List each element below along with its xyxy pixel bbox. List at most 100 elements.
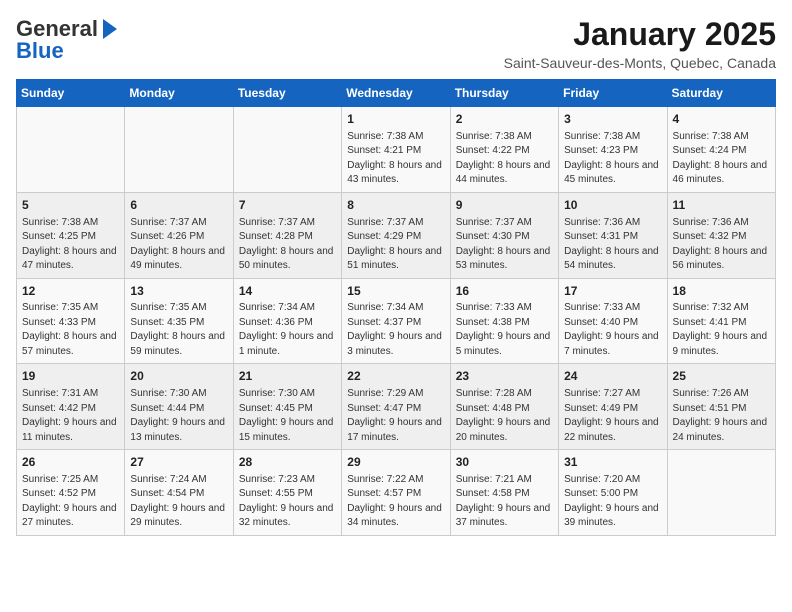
- day-number: 10: [564, 197, 661, 214]
- day-info: Sunrise: 7:33 AM Sunset: 4:40 PM Dayligh…: [564, 301, 661, 359]
- calendar-cell: 4 Sunrise: 7:38 AM Sunset: 4:24 PM Daylig…: [667, 107, 775, 193]
- day-number: 14: [239, 283, 336, 300]
- calendar-cell: 10 Sunrise: 7:36 AM Sunset: 4:31 PM Dayli…: [559, 192, 667, 278]
- calendar-cell: 20 Sunrise: 7:30 AM Sunset: 4:44 PM Dayli…: [125, 364, 233, 450]
- day-info: Sunrise: 7:35 AM Sunset: 4:33 PM Dayligh…: [22, 301, 119, 359]
- calendar-cell: 8 Sunrise: 7:37 AM Sunset: 4:29 PM Daylig…: [342, 192, 450, 278]
- day-number: 20: [130, 368, 227, 385]
- calendar-cell: 18Sunrise: 7:32 AM Sunset: 4:41 PM Dayli…: [667, 278, 775, 364]
- calendar-cell: 22 Sunrise: 7:29 AM Sunset: 4:47 PM Dayli…: [342, 364, 450, 450]
- day-of-week-header: Sunday: [17, 80, 125, 107]
- location-text: Saint-Sauveur-des-Monts, Quebec, Canada: [504, 55, 776, 71]
- calendar-cell: 19Sunrise: 7:31 AM Sunset: 4:42 PM Dayli…: [17, 364, 125, 450]
- calendar-cell: 27 Sunrise: 7:24 AM Sunset: 4:54 PM Dayli…: [125, 450, 233, 536]
- day-info: Sunrise: 7:29 AM Sunset: 4:47 PM Dayligh…: [347, 387, 444, 445]
- day-number: 27: [130, 454, 227, 471]
- day-number: 18: [673, 283, 770, 300]
- calendar-week-row: 19Sunrise: 7:31 AM Sunset: 4:42 PM Dayli…: [17, 364, 776, 450]
- day-info: Sunrise: 7:26 AM Sunset: 4:51 PM Dayligh…: [673, 387, 770, 445]
- day-number: 15: [347, 283, 444, 300]
- calendar-cell: [233, 107, 341, 193]
- day-of-week-header: Monday: [125, 80, 233, 107]
- day-info: Sunrise: 7:36 AM Sunset: 4:32 PM Dayligh…: [673, 216, 770, 274]
- calendar-cell: 31Sunrise: 7:20 AM Sunset: 5:00 PM Dayli…: [559, 450, 667, 536]
- day-of-week-header: Tuesday: [233, 80, 341, 107]
- day-info: Sunrise: 7:34 AM Sunset: 4:36 PM Dayligh…: [239, 301, 336, 359]
- calendar-cell: 5Sunrise: 7:38 AM Sunset: 4:25 PM Daylig…: [17, 192, 125, 278]
- calendar-cell: 28 Sunrise: 7:23 AM Sunset: 4:55 PM Dayli…: [233, 450, 341, 536]
- day-info: Sunrise: 7:37 AM Sunset: 4:26 PM Dayligh…: [130, 216, 227, 274]
- day-info: Sunrise: 7:30 AM Sunset: 4:45 PM Dayligh…: [239, 387, 336, 445]
- day-info: Sunrise: 7:37 AM Sunset: 4:29 PM Dayligh…: [347, 216, 444, 274]
- calendar-week-row: 1Sunrise: 7:38 AM Sunset: 4:21 PM Daylig…: [17, 107, 776, 193]
- day-info: Sunrise: 7:37 AM Sunset: 4:28 PM Dayligh…: [239, 216, 336, 274]
- day-info: Sunrise: 7:38 AM Sunset: 4:24 PM Dayligh…: [673, 130, 770, 188]
- calendar-cell: 9 Sunrise: 7:37 AM Sunset: 4:30 PM Daylig…: [450, 192, 558, 278]
- day-info: Sunrise: 7:24 AM Sunset: 4:54 PM Dayligh…: [130, 473, 227, 531]
- day-info: Sunrise: 7:34 AM Sunset: 4:37 PM Dayligh…: [347, 301, 444, 359]
- calendar-cell: [17, 107, 125, 193]
- day-number: 17: [564, 283, 661, 300]
- calendar-cell: 7 Sunrise: 7:37 AM Sunset: 4:28 PM Daylig…: [233, 192, 341, 278]
- day-number: 6: [130, 197, 227, 214]
- calendar-cell: 23 Sunrise: 7:28 AM Sunset: 4:48 PM Dayli…: [450, 364, 558, 450]
- day-number: 31: [564, 454, 661, 471]
- day-info: Sunrise: 7:27 AM Sunset: 4:49 PM Dayligh…: [564, 387, 661, 445]
- day-info: Sunrise: 7:23 AM Sunset: 4:55 PM Dayligh…: [239, 473, 336, 531]
- day-number: 22: [347, 368, 444, 385]
- day-info: Sunrise: 7:22 AM Sunset: 4:57 PM Dayligh…: [347, 473, 444, 531]
- day-number: 23: [456, 368, 553, 385]
- day-number: 8: [347, 197, 444, 214]
- day-number: 1: [347, 111, 444, 128]
- day-info: Sunrise: 7:33 AM Sunset: 4:38 PM Dayligh…: [456, 301, 553, 359]
- day-number: 4: [673, 111, 770, 128]
- day-number: 29: [347, 454, 444, 471]
- day-number: 25: [673, 368, 770, 385]
- day-number: 24: [564, 368, 661, 385]
- day-of-week-header: Saturday: [667, 80, 775, 107]
- day-info: Sunrise: 7:35 AM Sunset: 4:35 PM Dayligh…: [130, 301, 227, 359]
- day-number: 5: [22, 197, 119, 214]
- title-area: January 2025 Saint-Sauveur-des-Monts, Qu…: [504, 16, 776, 71]
- logo-triangle-icon: [103, 19, 117, 39]
- calendar-cell: 14Sunrise: 7:34 AM Sunset: 4:36 PM Dayli…: [233, 278, 341, 364]
- day-number: 12: [22, 283, 119, 300]
- day-number: 21: [239, 368, 336, 385]
- calendar-cell: 24 Sunrise: 7:27 AM Sunset: 4:49 PM Dayli…: [559, 364, 667, 450]
- day-info: Sunrise: 7:21 AM Sunset: 4:58 PM Dayligh…: [456, 473, 553, 531]
- calendar-header-row: SundayMondayTuesdayWednesdayThursdayFrid…: [17, 80, 776, 107]
- day-info: Sunrise: 7:38 AM Sunset: 4:22 PM Dayligh…: [456, 130, 553, 188]
- day-info: Sunrise: 7:36 AM Sunset: 4:31 PM Dayligh…: [564, 216, 661, 274]
- day-number: 26: [22, 454, 119, 471]
- day-number: 9: [456, 197, 553, 214]
- day-of-week-header: Thursday: [450, 80, 558, 107]
- calendar-cell: 25 Sunrise: 7:26 AM Sunset: 4:51 PM Dayli…: [667, 364, 775, 450]
- calendar-week-row: 5Sunrise: 7:38 AM Sunset: 4:25 PM Daylig…: [17, 192, 776, 278]
- day-number: 13: [130, 283, 227, 300]
- calendar-cell: [667, 450, 775, 536]
- calendar-cell: 6 Sunrise: 7:37 AM Sunset: 4:26 PM Daylig…: [125, 192, 233, 278]
- day-info: Sunrise: 7:30 AM Sunset: 4:44 PM Dayligh…: [130, 387, 227, 445]
- day-number: 11: [673, 197, 770, 214]
- calendar-week-row: 26 Sunrise: 7:25 AM Sunset: 4:52 PM Dayli…: [17, 450, 776, 536]
- calendar-cell: 16Sunrise: 7:33 AM Sunset: 4:38 PM Dayli…: [450, 278, 558, 364]
- day-number: 2: [456, 111, 553, 128]
- calendar-cell: 13Sunrise: 7:35 AM Sunset: 4:35 PM Dayli…: [125, 278, 233, 364]
- day-info: Sunrise: 7:37 AM Sunset: 4:30 PM Dayligh…: [456, 216, 553, 274]
- logo-blue-text: Blue: [16, 38, 64, 64]
- calendar-cell: 12Sunrise: 7:35 AM Sunset: 4:33 PM Dayli…: [17, 278, 125, 364]
- logo: General Blue: [16, 16, 120, 64]
- calendar-cell: 26 Sunrise: 7:25 AM Sunset: 4:52 PM Dayli…: [17, 450, 125, 536]
- day-number: 28: [239, 454, 336, 471]
- calendar-cell: 17Sunrise: 7:33 AM Sunset: 4:40 PM Dayli…: [559, 278, 667, 364]
- calendar-cell: 15Sunrise: 7:34 AM Sunset: 4:37 PM Dayli…: [342, 278, 450, 364]
- calendar-table: SundayMondayTuesdayWednesdayThursdayFrid…: [16, 79, 776, 536]
- calendar-cell: 21 Sunrise: 7:30 AM Sunset: 4:45 PM Dayli…: [233, 364, 341, 450]
- calendar-cell: 29 Sunrise: 7:22 AM Sunset: 4:57 PM Dayli…: [342, 450, 450, 536]
- day-info: Sunrise: 7:25 AM Sunset: 4:52 PM Dayligh…: [22, 473, 119, 531]
- calendar-cell: 1Sunrise: 7:38 AM Sunset: 4:21 PM Daylig…: [342, 107, 450, 193]
- day-info: Sunrise: 7:28 AM Sunset: 4:48 PM Dayligh…: [456, 387, 553, 445]
- day-number: 7: [239, 197, 336, 214]
- month-title: January 2025: [504, 16, 776, 53]
- calendar-week-row: 12Sunrise: 7:35 AM Sunset: 4:33 PM Dayli…: [17, 278, 776, 364]
